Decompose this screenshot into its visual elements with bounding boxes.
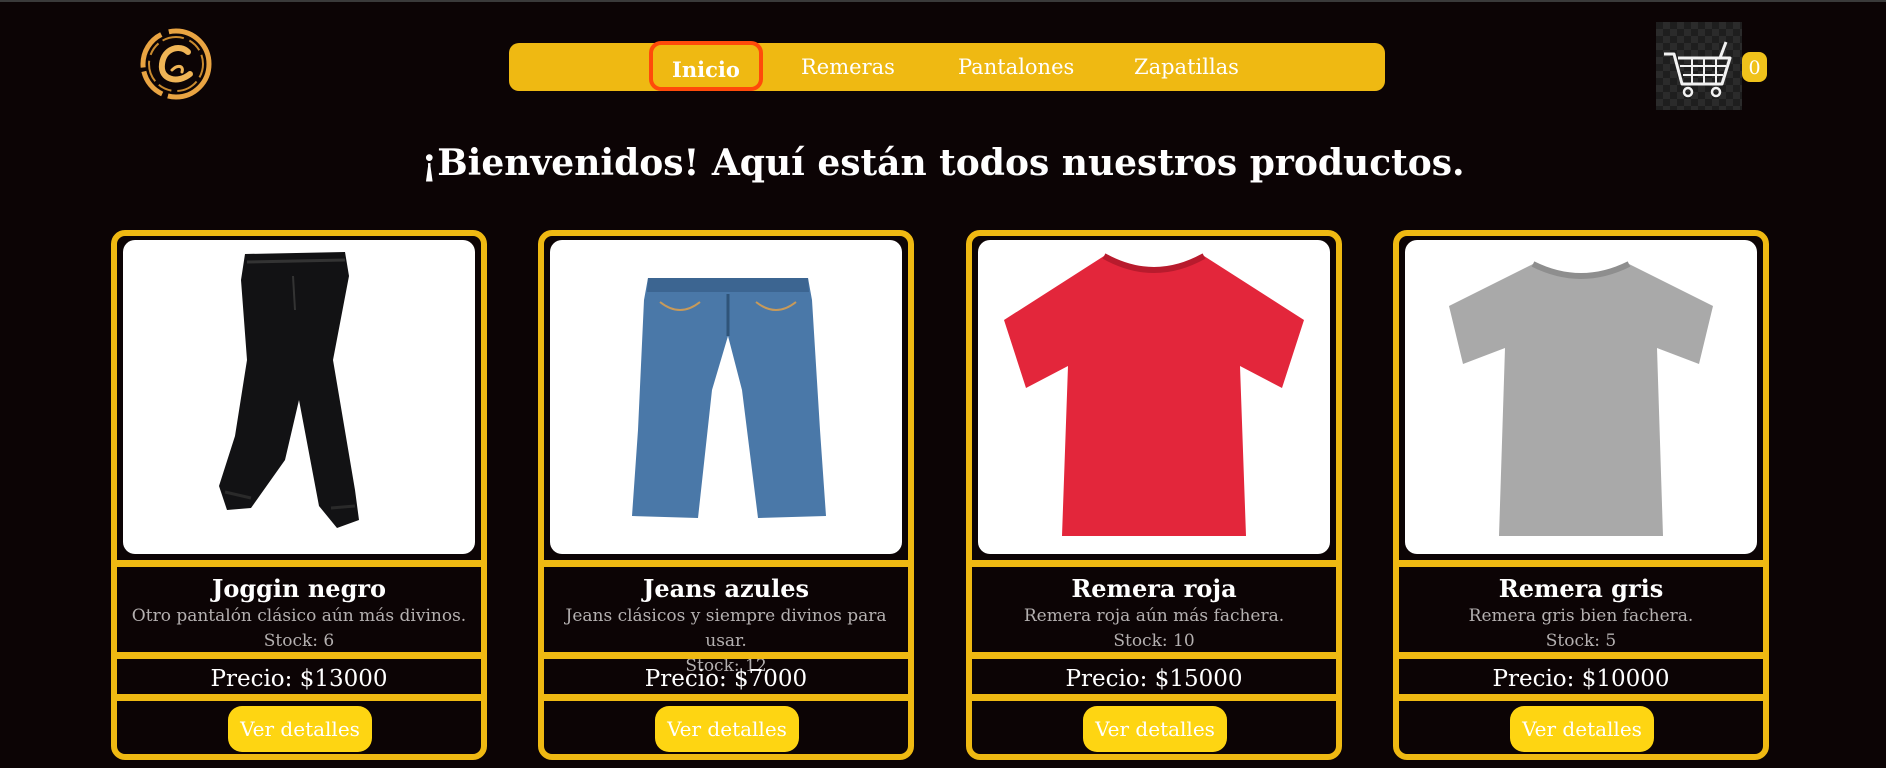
blue-jeans-image	[632, 278, 826, 518]
top-border	[0, 0, 1886, 2]
product-price: Precio: $7000	[644, 666, 808, 692]
view-details-button[interactable]: Ver detalles	[655, 706, 799, 752]
product-card: Remera roja Remera roja aún más fachera.…	[966, 230, 1342, 760]
product-info: Joggin negro Otro pantalón clásico aún m…	[117, 572, 481, 653]
black-jogger-image	[219, 252, 359, 528]
product-description: Remera gris bien fachera.	[1468, 606, 1694, 626]
nav-inicio[interactable]: Inicio	[649, 41, 763, 91]
brand-logo[interactable]	[138, 26, 214, 102]
product-image-black-jogger[interactable]	[123, 240, 475, 554]
page-title: ¡Bienvenidos! Aquí están todos nuestros …	[421, 142, 1465, 184]
card-divider	[544, 694, 908, 701]
product-name: Jeans azules	[642, 574, 810, 603]
nav-pantalones[interactable]: Pantalones	[958, 43, 1074, 91]
card-divider	[117, 694, 481, 701]
product-price: Precio: $15000	[1065, 666, 1243, 692]
card-divider	[972, 652, 1336, 659]
card-divider	[117, 560, 481, 567]
product-stock: Stock: 6	[263, 631, 335, 651]
red-tshirt-image	[1004, 253, 1304, 536]
card-divider	[1399, 694, 1763, 701]
card-divider	[972, 694, 1336, 701]
main-nav: Inicio Remeras Pantalones Zapatillas	[509, 41, 1385, 91]
product-description: Jeans clásicos y siempre divinos para us…	[565, 606, 887, 651]
product-info: Jeans azules Jeans clásicos y siempre di…	[544, 572, 908, 678]
view-details-button[interactable]: Ver detalles	[1083, 706, 1227, 752]
shopping-cart-icon	[1664, 41, 1732, 98]
product-name: Remera gris	[1498, 574, 1664, 603]
view-details-button[interactable]: Ver detalles	[1510, 706, 1654, 752]
product-description: Otro pantalón clásico aún más divinos.	[131, 606, 467, 626]
product-image-blue-jeans[interactable]	[550, 240, 902, 554]
cart-button[interactable]	[1656, 22, 1742, 110]
product-stock: Stock: 5	[1545, 631, 1617, 651]
gray-tshirt-image	[1449, 261, 1713, 536]
product-image-red-tshirt[interactable]	[978, 240, 1330, 554]
product-name: Joggin negro	[212, 574, 386, 603]
cart-count-badge: 0	[1742, 52, 1767, 82]
product-info: Remera gris Remera gris bien fachera. St…	[1399, 572, 1763, 653]
card-divider	[972, 560, 1336, 567]
nav-zapatillas[interactable]: Zapatillas	[1134, 43, 1239, 91]
product-stock: Stock: 10	[1113, 631, 1195, 651]
card-divider	[117, 652, 481, 659]
product-price: Precio: $10000	[1492, 666, 1670, 692]
product-card: Joggin negro Otro pantalón clásico aún m…	[111, 230, 487, 760]
card-divider	[544, 560, 908, 567]
nav-remeras[interactable]: Remeras	[801, 43, 895, 91]
product-name: Remera roja	[1071, 574, 1237, 603]
product-card: Jeans azules Jeans clásicos y siempre di…	[538, 230, 914, 760]
card-divider	[544, 652, 908, 659]
card-divider	[1399, 652, 1763, 659]
product-image-gray-tshirt[interactable]	[1405, 240, 1757, 554]
product-card: Remera gris Remera gris bien fachera. St…	[1393, 230, 1769, 760]
product-price: Precio: $13000	[210, 666, 388, 692]
view-details-button[interactable]: Ver detalles	[228, 706, 372, 752]
product-description: Remera roja aún más fachera.	[1023, 606, 1285, 626]
card-divider	[1399, 560, 1763, 567]
product-info: Remera roja Remera roja aún más fachera.…	[972, 572, 1336, 653]
